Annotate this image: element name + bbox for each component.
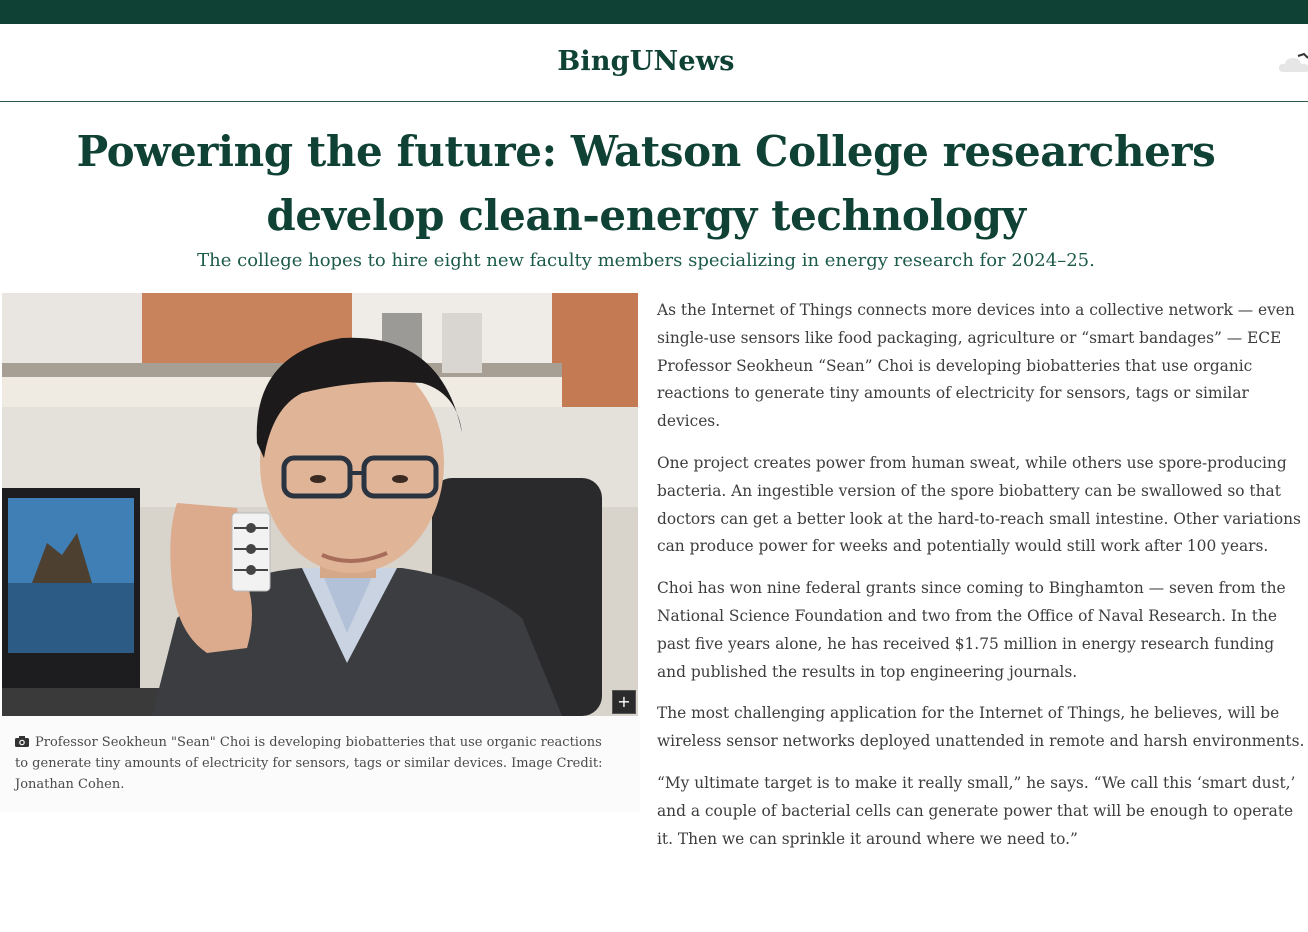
photo-caption-text: Professor Seokheun "Sean" Choi is develo… <box>15 735 603 792</box>
weather-cloud-icon[interactable] <box>1278 52 1308 74</box>
site-logo[interactable]: BingUNews <box>0 46 1292 77</box>
photo-caption: Professor Seokheun "Sean" Choi is develo… <box>15 732 615 795</box>
article-headline: Powering the future: Watson College rese… <box>76 127 1216 240</box>
article-paragraph: “My ultimate target is to make it really… <box>657 773 1296 848</box>
article-body: As the Internet of Things connects more … <box>657 297 1305 867</box>
masthead: BingUNews <box>0 24 1308 102</box>
top-brand-bar <box>0 0 1308 24</box>
expand-image-button[interactable]: + <box>612 690 636 714</box>
article-paragraph: As the Internet of Things connects more … <box>657 301 1295 431</box>
article-paragraph: One project creates power from human swe… <box>657 453 1301 556</box>
article-paragraph: Choi has won nine federal grants since c… <box>657 579 1286 681</box>
article-photo[interactable]: + <box>2 293 638 716</box>
camera-icon <box>15 736 29 747</box>
photo-caption-box: Professor Seokheun "Sean" Choi is develo… <box>0 716 640 812</box>
article-paragraph: The most challenging application for the… <box>657 704 1305 751</box>
article-subtitle: The college hopes to hire eight new facu… <box>197 250 1095 271</box>
professor-portrait-image <box>2 293 638 716</box>
